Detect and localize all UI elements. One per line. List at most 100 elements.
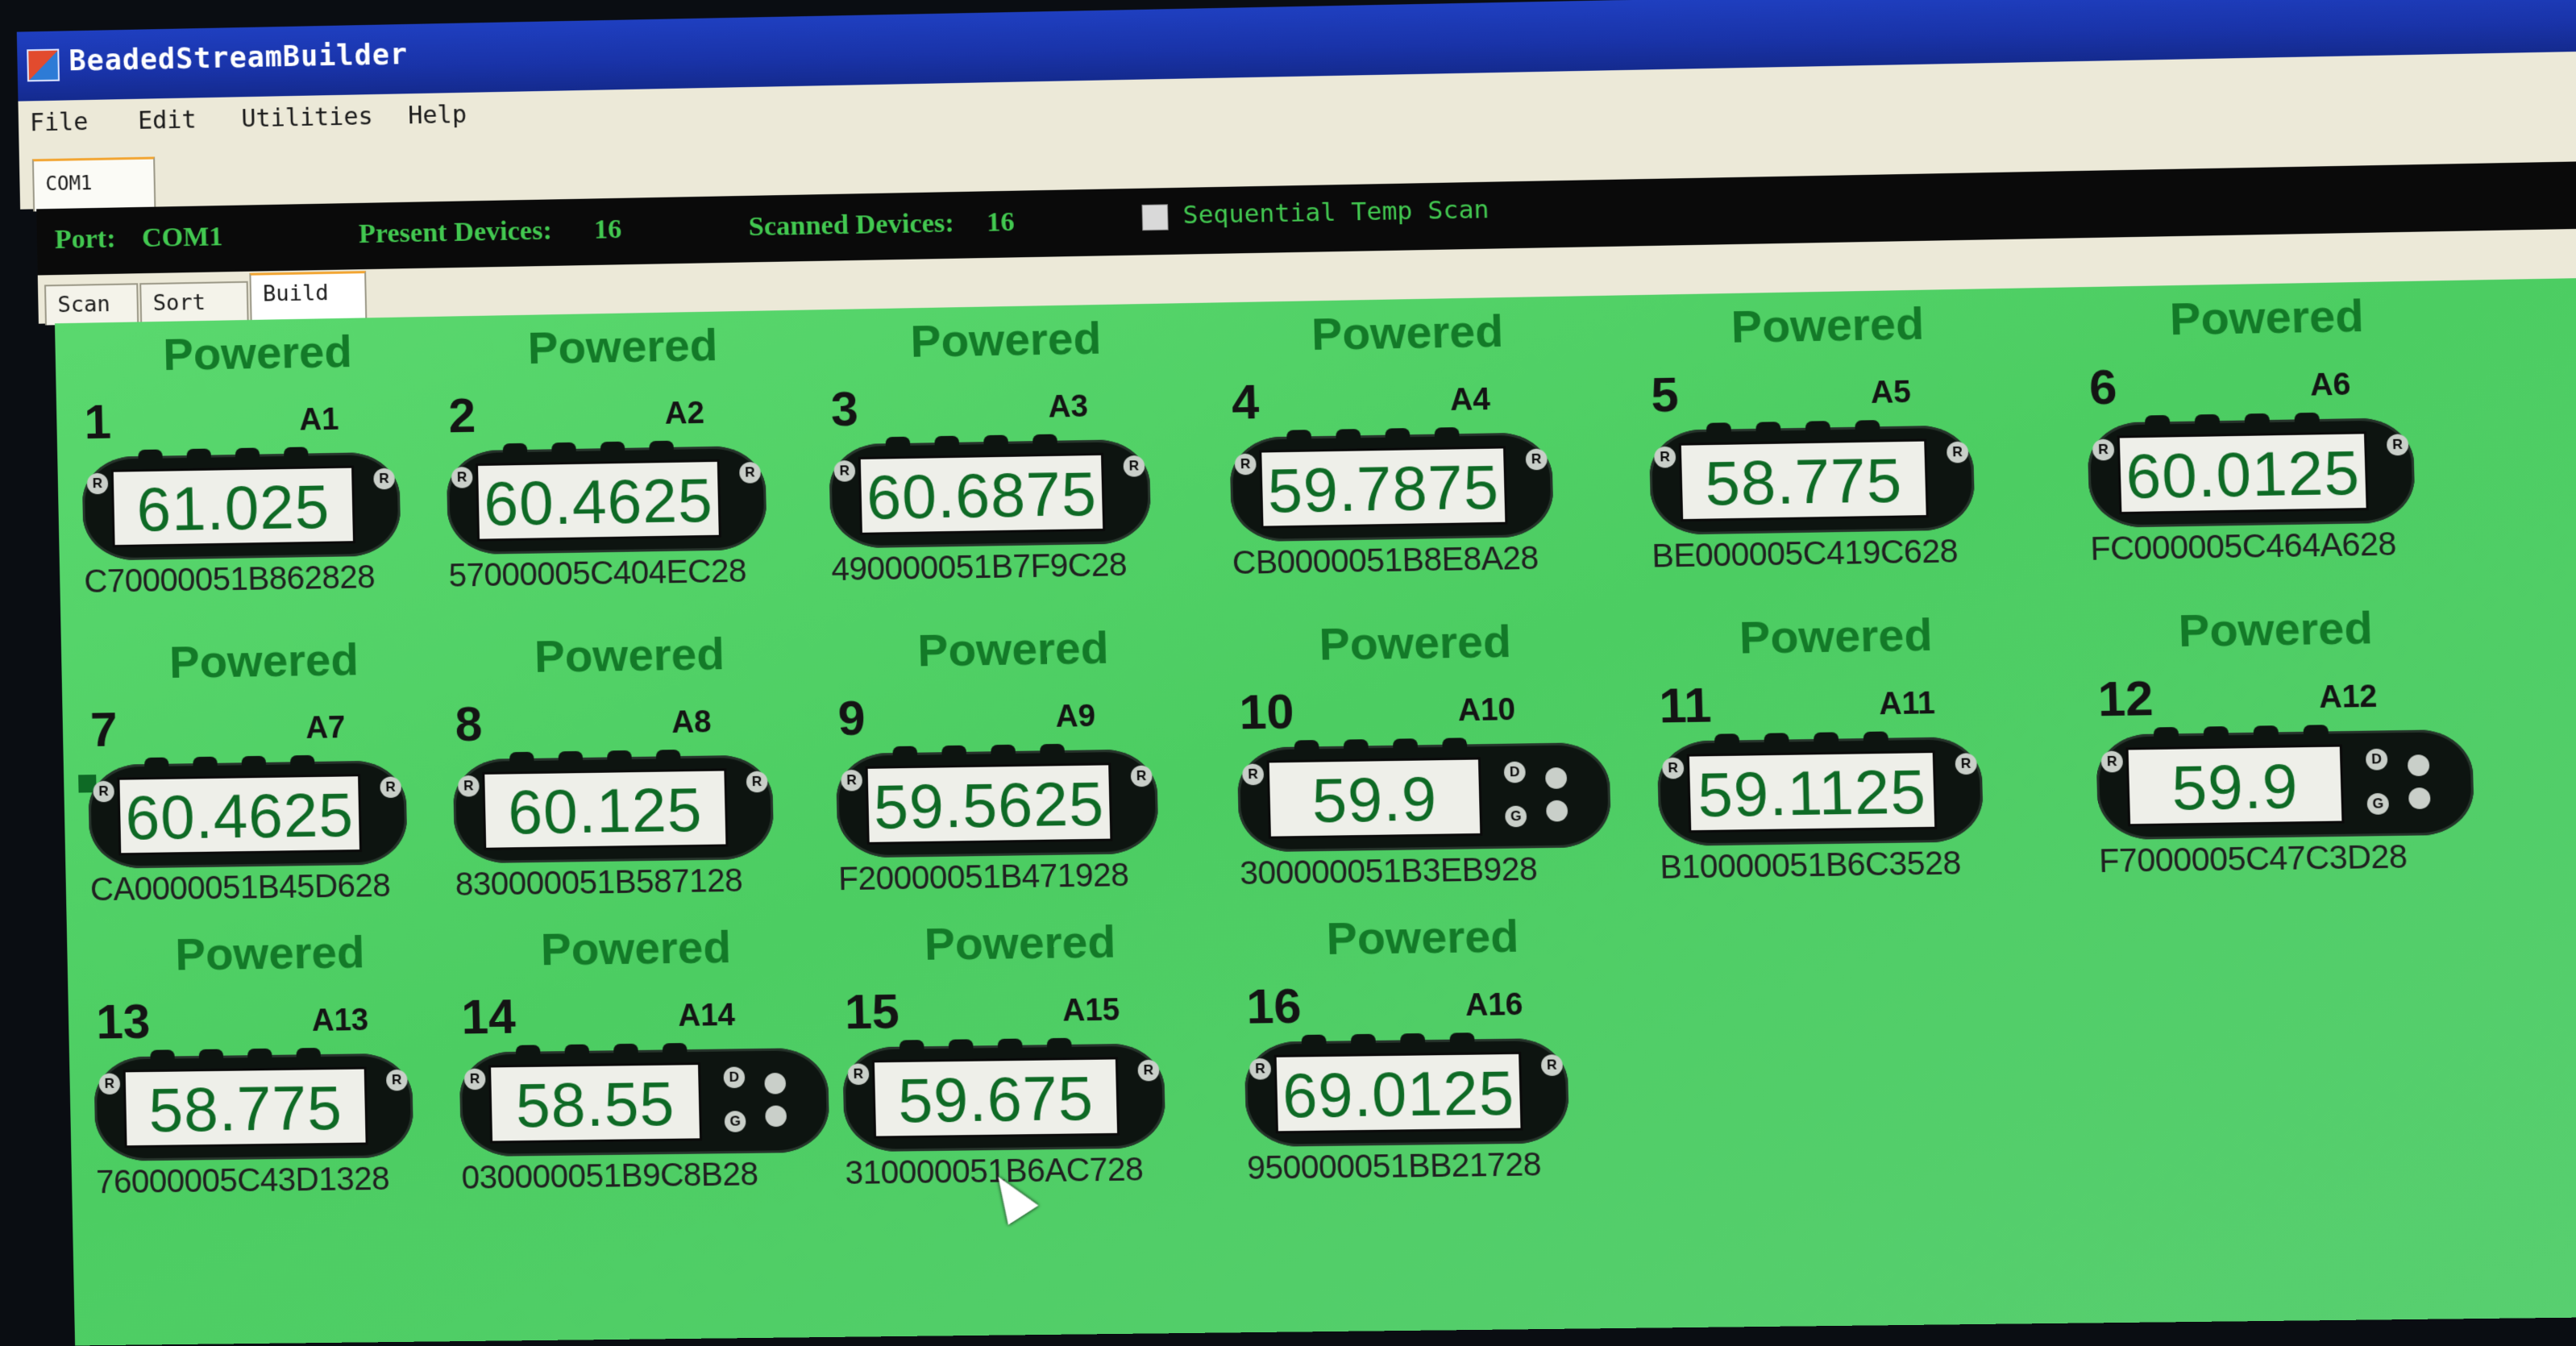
- sensor-board: R R 60.4625: [87, 754, 408, 869]
- menu-help[interactable]: Help: [408, 101, 467, 131]
- device-status: Powered: [168, 633, 359, 688]
- device-card[interactable]: Powered 5 A5 R R 58.775 BE000005C419C628: [1645, 289, 2016, 575]
- sensor-board: R R 60.6875: [828, 434, 1152, 549]
- contact-pad-icon: [1546, 800, 1568, 822]
- device-card[interactable]: Powered 7 A7 R R 60.4625 CA0000051B45D628: [85, 625, 447, 908]
- device-status: Powered: [1730, 297, 1925, 352]
- device-card[interactable]: Powered 4 A4 R R 59.7875 CB0000051B8E8A28: [1226, 296, 1594, 581]
- device-card[interactable]: Powered 10 A10 R D G 59.9 300000051B3EB928: [1233, 606, 1612, 891]
- temperature-display: 60.0125: [2117, 431, 2369, 515]
- temperature-value: 59.5625: [872, 769, 1106, 842]
- temperature-display: 59.7875: [1259, 446, 1508, 529]
- menu-edit[interactable]: Edit: [138, 106, 197, 135]
- r-pad-icon: R: [458, 775, 480, 797]
- device-serial: 830000051B587128: [455, 862, 743, 903]
- device-status: Powered: [1739, 608, 1934, 663]
- board-notch: [1032, 434, 1057, 448]
- r-pad-icon: R: [2092, 438, 2115, 461]
- sensor-board: R D G 58.55: [459, 1043, 830, 1157]
- device-serial: 490000051B7F9C28: [830, 546, 1128, 588]
- device-address: A8: [671, 704, 712, 741]
- sensor-board: R R 60.4625: [446, 440, 767, 555]
- device-card[interactable]: Powered 3 A3 R R 60.6875 490000051B7F9C28: [825, 303, 1191, 588]
- temperature-value: 69.0125: [1282, 1058, 1516, 1132]
- device-card[interactable]: Powered 14 A14 R D G 58.55 030000051B9C8B28: [456, 912, 830, 1196]
- temperature-display: 58.775: [123, 1066, 368, 1149]
- r-pad-icon: R: [2386, 434, 2409, 456]
- temperature-display: 60.4625: [476, 459, 721, 542]
- temperature-display: 60.4625: [117, 774, 363, 856]
- device-card[interactable]: Powered 15 A15 R R 59.675 310000051B6AC728: [839, 907, 1206, 1191]
- device-card[interactable]: Powered 13 A13 R R 58.775 76000005C43D1328: [91, 917, 454, 1200]
- device-card[interactable]: Powered 6 A6 R R 60.0125 FC000005C464A628: [2084, 280, 2457, 567]
- device-address: A2: [664, 396, 705, 431]
- sequential-temp-scan-checkbox[interactable]: [1141, 204, 1169, 231]
- temperature-display: 59.675: [871, 1057, 1120, 1139]
- device-card[interactable]: Powered 1 A1 R R 61.025 C70000051B862828: [79, 317, 441, 600]
- r-pad-icon: R: [841, 769, 863, 791]
- device-number: 10: [1238, 683, 1295, 740]
- board-notch: [1805, 421, 1830, 434]
- device-number: 15: [844, 983, 900, 1040]
- board-notch: [941, 745, 967, 759]
- device-address: A15: [1062, 993, 1120, 1028]
- device-card[interactable]: Powered 12 A12 R D G 59.9 F7000005C47C3D28: [2092, 592, 2475, 879]
- device-number: 7: [89, 702, 118, 758]
- sensor-board: R R 59.5625: [835, 743, 1159, 858]
- r-pad-icon: R: [1654, 446, 1676, 468]
- board-notch: [509, 751, 534, 766]
- device-number: 2: [447, 388, 476, 443]
- device-number: 4: [1231, 374, 1260, 430]
- temperature-value: 59.1125: [1697, 757, 1927, 831]
- device-serial: 310000051B6AC728: [845, 1151, 1144, 1192]
- device-status: Powered: [540, 920, 732, 975]
- board-notch: [2244, 413, 2271, 427]
- board-notch: [289, 754, 315, 769]
- tab-com1[interactable]: COM1: [31, 156, 156, 212]
- device-serial: F20000051B471928: [837, 857, 1129, 898]
- sensor-board: R R 60.125: [452, 750, 775, 864]
- board-notch: [613, 1043, 638, 1057]
- board-notch: [983, 434, 1009, 449]
- device-status: Powered: [2177, 601, 2374, 657]
- device-number: 6: [2088, 359, 2118, 415]
- board-notch: [150, 1049, 175, 1063]
- board-notch: [1286, 430, 1312, 443]
- board-notch: [558, 750, 584, 765]
- tab-build[interactable]: Build: [249, 271, 368, 322]
- temperature-value: 59.9: [1311, 764, 1439, 836]
- device-card[interactable]: Powered 16 A16 R R 69.0125 950000051BB21728: [1240, 901, 1610, 1186]
- device-serial: 57000005C404EC28: [448, 553, 747, 594]
- temperature-value: 59.675: [897, 1063, 1095, 1136]
- scanned-devices-label: Scanned Devices:: [748, 208, 955, 243]
- device-status: Powered: [162, 325, 353, 380]
- menu-utilities[interactable]: Utilities: [241, 102, 373, 133]
- device-card[interactable]: Powered 8 A8 R R 60.125 830000051B587128: [450, 619, 814, 903]
- device-status: Powered: [527, 318, 718, 374]
- board-notch: [991, 744, 1016, 758]
- board-notch: [193, 756, 218, 771]
- board-notch: [1855, 420, 1880, 434]
- device-address: A1: [299, 402, 339, 438]
- r-pad-icon: R: [2100, 750, 2124, 773]
- tab-scan[interactable]: Scan: [44, 283, 139, 326]
- tab-sort[interactable]: Sort: [139, 280, 249, 324]
- r-pad-icon: R: [451, 467, 473, 488]
- temperature-display: 59.9: [2125, 744, 2345, 827]
- device-card[interactable]: Powered 2 A2 R R 60.4625 57000005C404EC28: [443, 310, 807, 594]
- device-card[interactable]: Powered 11 A11 R R 59.1125 B10000051B6C3528: [1653, 600, 2025, 886]
- sensor-board: R R 59.7875: [1229, 427, 1555, 542]
- device-status: Powered: [2169, 289, 2365, 345]
- r-pad-icon: R: [98, 1073, 121, 1095]
- temperature-display: 58.55: [488, 1062, 703, 1144]
- present-devices-value: 16: [593, 214, 622, 245]
- device-address: A10: [1457, 692, 1516, 729]
- device-number: 12: [2096, 671, 2154, 727]
- device-card[interactable]: Powered 9 A9 R R 59.5625 F20000051B471928: [833, 613, 1199, 897]
- board-notch: [649, 440, 674, 455]
- menu-file[interactable]: File: [30, 108, 89, 137]
- board-notch: [892, 746, 918, 760]
- board-notch: [2144, 414, 2171, 429]
- contact-pad-icon: [2407, 754, 2430, 777]
- board-notch: [198, 1049, 224, 1063]
